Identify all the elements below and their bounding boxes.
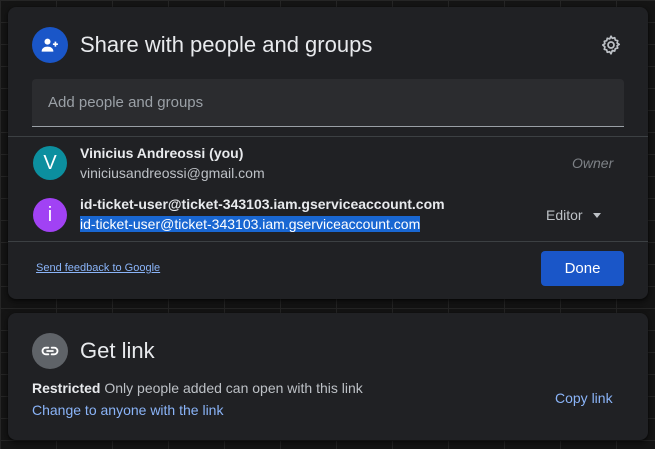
person-email: id-ticket-user@ticket-343103.iam.gservic…: [80, 215, 421, 233]
share-dialog: Share with people and groups V Vinicius …: [8, 7, 648, 299]
restricted-text: Only people added can open with this lin…: [104, 380, 363, 396]
send-feedback-link[interactable]: Send feedback to Google: [36, 262, 160, 274]
restricted-label: Restricted: [32, 380, 101, 396]
divider: [8, 241, 648, 242]
role-dropdown-label: Editor: [546, 207, 583, 223]
person-email: viniciusandreossi@gmail.com: [80, 165, 265, 181]
caret-down-icon: [592, 213, 601, 218]
person-add-icon: [32, 27, 68, 63]
owner-role-label: Owner: [572, 155, 614, 171]
change-access-link[interactable]: Change to anyone with the link: [32, 401, 223, 419]
role-dropdown[interactable]: Editor: [546, 204, 601, 226]
restricted-description: Restricted Only people added can open wi…: [32, 379, 363, 397]
done-button[interactable]: Done: [541, 251, 624, 286]
person-name: Vinicius Andreossi (you): [80, 145, 244, 161]
add-people-field[interactable]: [32, 79, 624, 127]
divider: [8, 136, 648, 137]
selected-email-text: id-ticket-user@ticket-343103.iam.gservic…: [80, 216, 421, 232]
avatar: i: [33, 198, 67, 232]
gear-icon[interactable]: [598, 32, 624, 58]
get-link-panel: Get link Restricted Only people added ca…: [8, 313, 648, 440]
avatar: V: [33, 146, 67, 180]
share-title: Share with people and groups: [80, 32, 373, 57]
get-link-title: Get link: [80, 338, 155, 363]
add-people-input[interactable]: [32, 79, 624, 126]
link-icon: [32, 333, 68, 369]
person-name: id-ticket-user@ticket-343103.iam.gservic…: [80, 196, 445, 212]
copy-link-button[interactable]: Copy link: [555, 389, 613, 407]
